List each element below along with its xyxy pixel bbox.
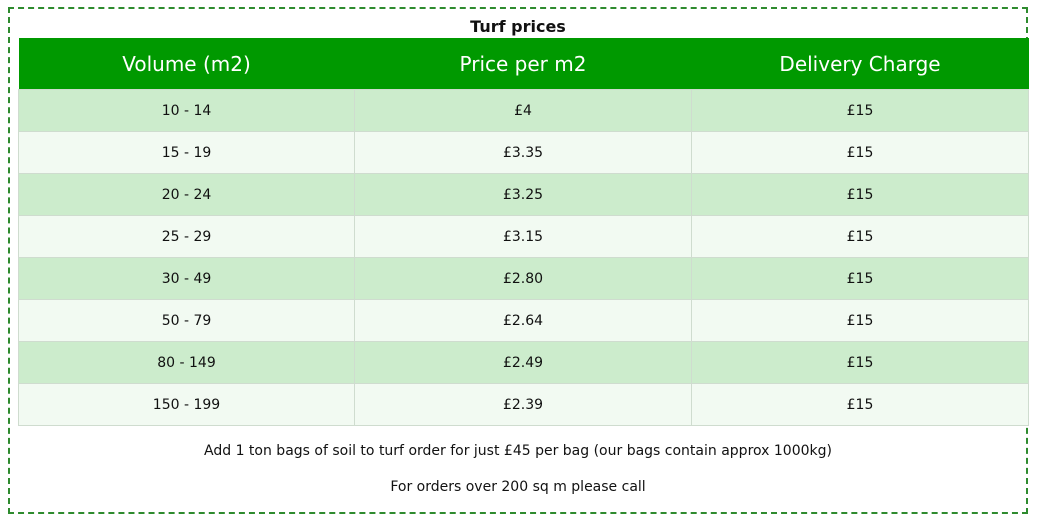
volume-cell: 20 - 24 [18,173,355,216]
table-header-row: Volume (m2) Price per m2 Delivery Charge [18,38,1029,90]
delivery-cell: £15 [691,341,1029,384]
delivery-cell: £15 [691,257,1029,300]
price-cell: £2.39 [354,383,692,426]
turf-prices-panel: Turf prices Volume (m2) Price per m2 Del… [8,7,1029,514]
column-header-price: Price per m2 [354,38,692,90]
price-cell: £2.49 [354,341,692,384]
turf-price-table: Volume (m2) Price per m2 Delivery Charge… [18,38,1029,426]
price-cell: £4 [354,89,692,132]
table-row: 10 - 14 £4 £15 [18,89,1029,132]
price-cell: £3.25 [354,173,692,216]
price-cell: £2.80 [354,257,692,300]
delivery-cell: £15 [691,173,1029,216]
volume-cell: 150 - 199 [18,383,355,426]
column-header-delivery: Delivery Charge [691,38,1029,90]
volume-cell: 15 - 19 [18,131,355,174]
volume-cell: 30 - 49 [18,257,355,300]
delivery-cell: £15 [691,131,1029,174]
price-cell: £2.64 [354,299,692,342]
table-row: 50 - 79 £2.64 £15 [18,299,1029,342]
table-row: 15 - 19 £3.35 £15 [18,131,1029,174]
soil-offer-note: Add 1 ton bags of soil to turf order for… [204,443,832,459]
volume-cell: 50 - 79 [18,299,355,342]
table-row: 80 - 149 £2.49 £15 [18,341,1029,384]
table-row: 25 - 29 £3.15 £15 [18,215,1029,258]
table-row: 30 - 49 £2.80 £15 [18,257,1029,300]
delivery-cell: £15 [691,383,1029,426]
table-row: 20 - 24 £3.25 £15 [18,173,1029,216]
price-cell: £3.15 [354,215,692,258]
volume-cell: 80 - 149 [18,341,355,384]
table-title: Turf prices [470,17,566,36]
delivery-cell: £15 [691,215,1029,258]
delivery-cell: £15 [691,89,1029,132]
price-cell: £3.35 [354,131,692,174]
volume-cell: 10 - 14 [18,89,355,132]
column-header-volume: Volume (m2) [18,38,355,90]
delivery-cell: £15 [691,299,1029,342]
volume-cell: 25 - 29 [18,215,355,258]
large-order-note: For orders over 200 sq m please call [390,479,646,495]
table-row: 150 - 199 £2.39 £15 [18,383,1029,426]
